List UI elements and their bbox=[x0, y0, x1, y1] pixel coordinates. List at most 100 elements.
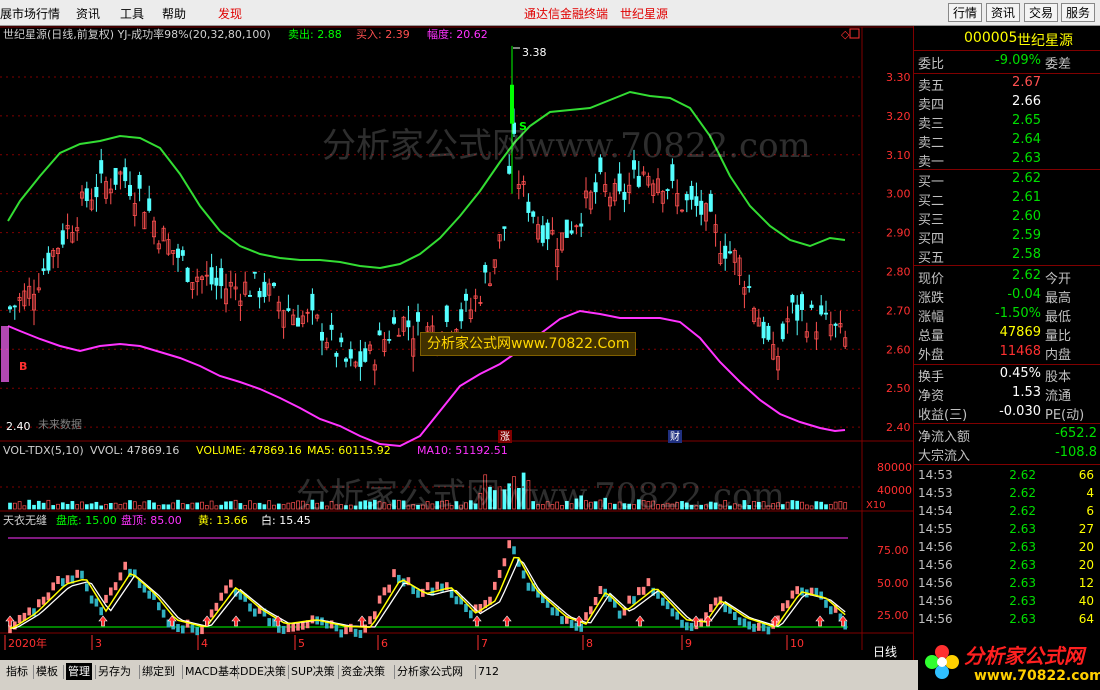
candle-body bbox=[708, 193, 713, 212]
candle-body bbox=[99, 160, 104, 174]
osc-bar bbox=[795, 586, 799, 595]
osc-bar bbox=[713, 597, 718, 606]
volume-bar bbox=[185, 504, 190, 510]
stock-name: 世纪星源 bbox=[1017, 33, 1073, 49]
candle-body bbox=[334, 352, 339, 357]
btn-trade[interactable]: 交易 bbox=[1024, 3, 1059, 22]
volume-bar bbox=[108, 502, 113, 510]
btn-news[interactable]: 资讯 bbox=[986, 3, 1021, 22]
bottom-tab[interactable]: 资金决策 bbox=[341, 663, 385, 680]
osc-bar bbox=[521, 570, 526, 579]
bid-row: 买二 2.61 bbox=[918, 190, 1041, 209]
candle-body bbox=[670, 164, 675, 181]
osc-bar bbox=[310, 615, 315, 624]
osc-bar bbox=[281, 625, 286, 634]
candle-body bbox=[483, 264, 488, 273]
bottom-tab[interactable]: 绑定到 bbox=[142, 663, 175, 680]
osc-bar bbox=[157, 602, 161, 611]
candle-body bbox=[579, 223, 584, 227]
price-tick: 2.70 bbox=[886, 304, 911, 317]
osc-bar bbox=[785, 600, 790, 609]
volume-bar bbox=[27, 499, 32, 510]
volume-bar bbox=[219, 504, 224, 510]
osc-bar bbox=[94, 598, 99, 607]
promo-banner: 分析家公式网www.70822.Com bbox=[420, 332, 637, 356]
btn-quote[interactable]: 行情 bbox=[948, 3, 983, 22]
btn-service[interactable]: 服务 bbox=[1061, 3, 1096, 22]
vol-tick-40000: 40000 bbox=[877, 484, 912, 497]
trade-row: 14:56 2.63 20 bbox=[918, 540, 1094, 554]
diamond-icon[interactable]: ◇ bbox=[841, 28, 850, 41]
candle-body bbox=[540, 225, 545, 243]
osc-bar bbox=[685, 622, 689, 631]
bottom-tab[interactable]: 分析家公式网 bbox=[397, 663, 463, 680]
candle-body bbox=[219, 268, 224, 287]
candle-body bbox=[295, 317, 300, 327]
osc-bar bbox=[560, 616, 564, 625]
price-tick: 3.00 bbox=[886, 188, 911, 201]
osc-bar bbox=[709, 604, 713, 613]
x-axis-label: 10 bbox=[790, 637, 804, 650]
bottom-tab[interactable]: 管理 bbox=[66, 663, 92, 680]
osc-bar bbox=[689, 622, 694, 631]
volume-bar bbox=[824, 504, 828, 510]
menu-market[interactable]: 展市场行情 bbox=[0, 5, 60, 22]
osc-bar bbox=[75, 569, 79, 578]
osc-bar bbox=[147, 590, 151, 599]
x-axis-label: 4 bbox=[201, 637, 208, 650]
candle-body bbox=[564, 219, 569, 238]
svg-text:涨: 涨 bbox=[500, 431, 510, 443]
bottom-tab[interactable]: DDE决策 bbox=[240, 663, 286, 680]
period-label[interactable]: 日线 bbox=[873, 645, 897, 659]
future-data-label: 未来数据 bbox=[38, 417, 82, 431]
menu-tools[interactable]: 工具 bbox=[120, 5, 144, 22]
osc-bar bbox=[661, 597, 665, 606]
volume-bar bbox=[99, 505, 104, 510]
bottom-tab[interactable]: 712 bbox=[478, 663, 499, 680]
menu-help[interactable]: 帮助 bbox=[162, 5, 186, 22]
volume-bar bbox=[94, 501, 99, 510]
volume-bar bbox=[70, 501, 75, 510]
vol-indicator-title: VOL-TDX(5,10) bbox=[3, 444, 84, 457]
osc-bar bbox=[8, 625, 12, 634]
candle-body bbox=[387, 339, 392, 341]
volume-bar bbox=[128, 500, 132, 510]
volume-bar bbox=[161, 504, 166, 510]
volume-bar bbox=[176, 499, 180, 510]
osc-bar bbox=[267, 618, 271, 627]
price-tick: 2.40 bbox=[886, 421, 911, 434]
candle-body bbox=[824, 312, 829, 315]
link-stock-name[interactable]: 世纪星源 bbox=[620, 5, 668, 22]
price-tick: 3.30 bbox=[886, 71, 911, 84]
candle-body bbox=[214, 277, 219, 286]
osc-bar bbox=[224, 585, 228, 594]
menu-news[interactable]: 资讯 bbox=[76, 5, 100, 22]
osc-bar bbox=[37, 599, 41, 608]
bottom-tab[interactable]: 指标 bbox=[6, 663, 28, 680]
volume-bar bbox=[814, 501, 819, 510]
ask-row: 卖四 2.66 bbox=[918, 94, 1041, 113]
link-terminal[interactable]: 通达信金融终端 bbox=[524, 5, 608, 22]
candle-body bbox=[12, 305, 17, 308]
osc-tick-50: 50.00 bbox=[877, 577, 909, 590]
volume-bar bbox=[36, 500, 41, 510]
volume-bar bbox=[790, 500, 795, 510]
candle-body bbox=[377, 330, 382, 336]
bottom-tab[interactable]: SUP决策 bbox=[291, 663, 335, 680]
candle-body bbox=[526, 201, 531, 213]
logo-url: www.70822.com bbox=[974, 668, 1100, 684]
candle-body bbox=[262, 281, 267, 297]
bottom-tab[interactable]: 模板 bbox=[36, 663, 58, 680]
bottom-tab[interactable]: 另存为 bbox=[98, 663, 131, 680]
osc-bar bbox=[65, 575, 70, 584]
osc-bar bbox=[161, 609, 166, 618]
watermark-vol: 分析家公式网www.70822.com bbox=[296, 476, 785, 516]
osc-bar bbox=[51, 582, 55, 591]
candle-body bbox=[406, 320, 411, 328]
candle-body bbox=[123, 167, 128, 182]
bottom-tab[interactable]: MACD基本 bbox=[185, 663, 240, 680]
flow-row: 大宗流入 -108.8 bbox=[918, 445, 1097, 464]
menu-discover[interactable]: 发现 bbox=[218, 5, 242, 22]
vol-unit-label: X10 bbox=[866, 500, 886, 511]
osc-bar bbox=[790, 590, 795, 599]
